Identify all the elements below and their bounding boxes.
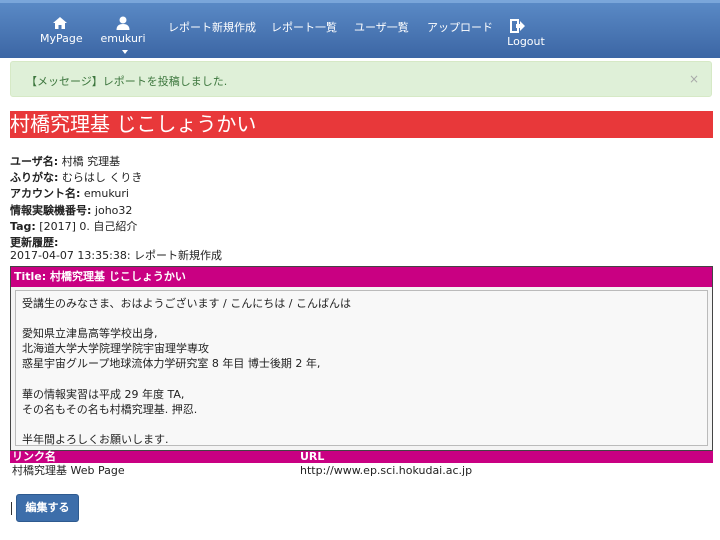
nav-upload[interactable]: アップロード: [427, 19, 493, 35]
logout-icon: [510, 19, 525, 33]
nav-logout[interactable]: Logout: [506, 19, 546, 48]
username-value: 村橋 究理基: [61, 155, 121, 168]
navbar-top-stripe: [0, 0, 720, 3]
chevron-down-icon: [122, 50, 128, 54]
link-name[interactable]: 村橋究理基 Web Page: [12, 464, 125, 478]
alert-message: 【メッセージ】レポートを投稿しました.: [26, 75, 228, 88]
report-body: 受講生のみなさま、おはようございます / こんにちは / こんばんは 愛知県立津…: [15, 290, 708, 446]
link-url[interactable]: http://www.ep.sci.hokudai.ac.jp: [300, 464, 472, 478]
close-icon[interactable]: ×: [689, 72, 699, 86]
account-value: emukuri: [83, 187, 129, 200]
home-icon: [53, 17, 67, 29]
links-col-name: リンク名: [12, 450, 56, 463]
edit-button[interactable]: 編集する: [16, 494, 79, 522]
report-title: Title: 村橋究理基 じこしょうかい: [11, 267, 712, 287]
username-label: ユーザ名:: [10, 155, 59, 168]
nav-report-list[interactable]: レポート一覧: [271, 19, 337, 35]
nav-report-new[interactable]: レポート新規作成: [168, 19, 256, 35]
profile-username: ユーザ名: 村橋 究理基: [10, 154, 120, 170]
links-col-url: URL: [300, 450, 325, 463]
machine-label: 情報実験機番号:: [10, 204, 92, 217]
profile-kana: ふりがな: むらはし くりき: [10, 170, 142, 186]
machine-value: joho32: [94, 204, 133, 217]
report-panel: Title: 村橋究理基 じこしょうかい 受講生のみなさま、おはようございます …: [10, 266, 713, 451]
tag-value: [2017] 0. 自己紹介: [39, 220, 138, 233]
user-icon: [116, 16, 130, 30]
navbar: MyPage emukuri レポート新規作成 レポート一覧 ユーザ一覧 アップ…: [0, 0, 720, 58]
nav-mypage[interactable]: MyPage: [40, 16, 83, 45]
page-title: 村橋究理基 じこしょうかい: [10, 111, 713, 138]
nav-report-new-label: レポート新規作成: [168, 21, 256, 34]
nav-user-menu[interactable]: emukuri: [96, 16, 150, 58]
success-alert: 【メッセージ】レポートを投稿しました. ×: [10, 61, 712, 97]
nav-user-label: emukuri: [100, 32, 146, 45]
kana-value: むらはし くりき: [61, 171, 143, 184]
links-header: リンク名 URL: [10, 451, 713, 463]
profile-account: アカウント名: emukuri: [10, 186, 129, 202]
nav-user-list-label: ユーザ一覧: [354, 21, 409, 34]
nav-upload-label: アップロード: [427, 21, 493, 34]
account-label: アカウント名:: [10, 187, 81, 200]
text-cursor: [11, 502, 12, 515]
nav-logout-label: Logout: [507, 35, 545, 48]
nav-report-list-label: レポート一覧: [271, 21, 337, 34]
nav-user-list[interactable]: ユーザ一覧: [354, 19, 409, 35]
tag-label: Tag:: [10, 220, 36, 233]
profile-tag: Tag: [2017] 0. 自己紹介: [10, 219, 137, 235]
profile-history-value: 2017-04-07 13:35:38: レポート新規作成: [10, 249, 223, 262]
profile-machine: 情報実験機番号: joho32: [10, 203, 132, 219]
kana-label: ふりがな:: [10, 171, 59, 184]
nav-mypage-label: MyPage: [40, 32, 83, 45]
